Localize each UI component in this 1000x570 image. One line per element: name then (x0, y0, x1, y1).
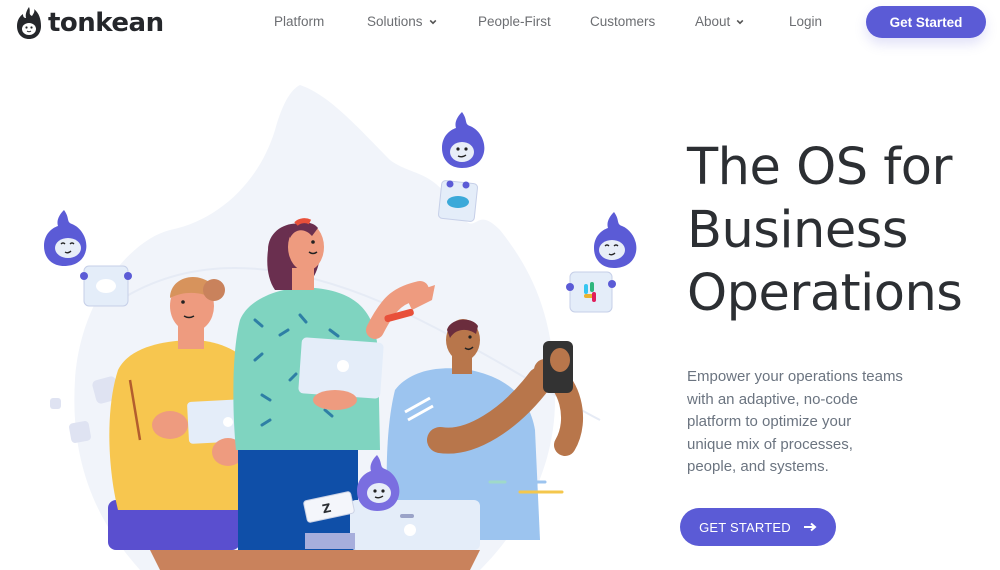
chevron-down-icon (736, 19, 744, 24)
nav-label: People-First (478, 14, 551, 29)
hero-get-started-button[interactable]: GET STARTED (680, 508, 836, 546)
tonkean-mascot-icon (594, 212, 637, 268)
hero-title-line: Business (687, 201, 908, 260)
hero-title-line: Operations (687, 264, 963, 323)
tonkean-mascot-icon (442, 112, 485, 168)
brand-name: tonkean (48, 8, 164, 38)
hero-title-line: The OS for (687, 138, 952, 197)
nav-item-people-first[interactable]: People-First (478, 14, 551, 29)
hero-title: The OS for Business Operations (687, 136, 997, 325)
hero-subtitle: Empower your operations teams with an ad… (687, 366, 927, 479)
chat-icon (80, 265, 132, 307)
salesforce-icon (438, 180, 478, 222)
nav-label: Customers (590, 14, 656, 29)
slack-icon (566, 271, 616, 313)
nav-item-platform[interactable]: Platform (274, 14, 324, 29)
nav-item-customers[interactable]: Customers (590, 14, 655, 29)
get-started-button[interactable]: Get Started (866, 6, 986, 38)
tonkean-mascot-icon (44, 210, 87, 266)
nav-item-login[interactable]: Login (789, 14, 822, 29)
hero-subtitle-line: Empower your operations teams (687, 368, 903, 385)
brand-logo[interactable]: tonkean (16, 6, 164, 40)
hero-subtitle-line: platform to optimize your (687, 413, 852, 430)
hero-subtitle-line: people, and systems. (687, 458, 829, 475)
hero-cta-label: GET STARTED (699, 519, 791, 535)
decor-square (69, 421, 91, 443)
hero-subtitle-line: unique mix of processes, (687, 435, 853, 453)
hero-illustration: Z (44, 85, 637, 570)
top-navigation: tonkean Platform Solutions People-First … (0, 0, 1000, 50)
tonkean-mascot-icon (17, 7, 41, 39)
nav-label: About (695, 14, 731, 29)
hero-subtitle-line: with an adaptive, no-code (687, 390, 858, 408)
chevron-down-icon (429, 19, 436, 24)
nav-label: Login (789, 14, 823, 29)
nav-label: Solutions (367, 14, 423, 29)
decor-square (50, 398, 61, 409)
nav-item-solutions[interactable]: Solutions (367, 14, 437, 29)
arrow-right-icon (803, 522, 817, 532)
nav-label: Platform (274, 14, 325, 29)
nav-item-about[interactable]: About (695, 14, 744, 29)
